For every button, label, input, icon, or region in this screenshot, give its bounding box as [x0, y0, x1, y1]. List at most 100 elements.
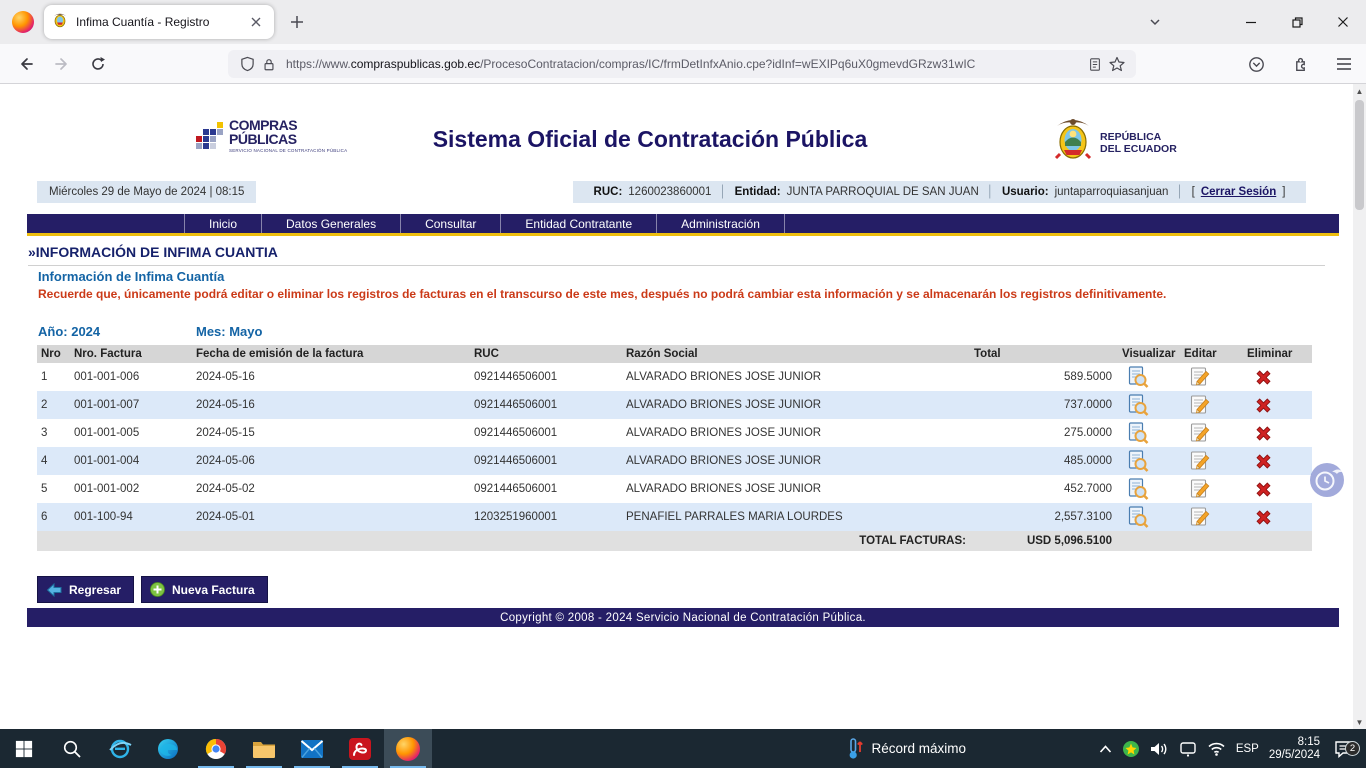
antivirus-icon[interactable]: [1122, 740, 1140, 758]
notification-button[interactable]: 2: [1330, 740, 1358, 758]
red-x-icon: [1254, 424, 1273, 443]
cell-ruc: 0921446506001: [470, 399, 622, 411]
lock-icon[interactable]: [258, 53, 280, 75]
cell-fecha: 2024-05-06: [192, 455, 470, 467]
entity-label: Entidad:: [735, 186, 781, 198]
file-explorer-button[interactable]: [240, 729, 288, 768]
user-value: juntaparroquiasanjuan: [1055, 186, 1169, 198]
document-magnifier-icon: [1127, 450, 1149, 473]
eliminar-button[interactable]: [1251, 393, 1275, 417]
visualizar-button[interactable]: [1126, 505, 1150, 529]
document-pencil-icon: [1189, 506, 1211, 528]
tab-list-chevron-icon[interactable]: [1138, 5, 1172, 39]
tab-close-icon[interactable]: [246, 12, 266, 32]
close-window-button[interactable]: [1320, 2, 1366, 42]
firefox-button[interactable]: [384, 729, 432, 768]
page-scrollbar[interactable]: ▲ ▼: [1353, 84, 1366, 729]
tracking-shield-icon[interactable]: [236, 53, 258, 75]
system-tray: ESP 8:15 29/5/2024 2: [1099, 729, 1366, 768]
scroll-up-icon[interactable]: ▲: [1353, 84, 1366, 98]
document-magnifier-icon: [1127, 366, 1149, 389]
reader-view-icon[interactable]: [1084, 53, 1106, 75]
nav-item-administracion[interactable]: Administración: [657, 214, 785, 233]
table-body: 1001-001-0062024-05-160921446506001ALVAR…: [37, 363, 1312, 531]
chrome-button[interactable]: [192, 729, 240, 768]
page-viewport: COMPRAS PÚBLICAS SERVICIO NACIONAL DE CO…: [0, 84, 1366, 729]
extensions-puzzle-icon[interactable]: [1284, 48, 1316, 80]
eliminar-button[interactable]: [1251, 449, 1275, 473]
tab-bar: Infima Cuantía - Registro: [0, 0, 1366, 44]
cell-factura: 001-001-005: [70, 427, 192, 439]
volume-icon[interactable]: [1150, 741, 1169, 757]
editar-button[interactable]: [1188, 421, 1212, 445]
cell-nro: 3: [37, 427, 70, 439]
nav-item-inicio[interactable]: Inicio: [185, 214, 262, 233]
cast-display-icon[interactable]: [1179, 741, 1197, 757]
tray-expand-chevron-icon[interactable]: [1099, 744, 1112, 754]
visualizar-button[interactable]: [1126, 421, 1150, 445]
browser-tab[interactable]: Infima Cuantía - Registro: [44, 5, 274, 39]
editar-button[interactable]: [1188, 393, 1212, 417]
column-header: Nro. Factura: [70, 348, 192, 360]
mail-button[interactable]: [288, 729, 336, 768]
cell-ruc: 1203251960001: [470, 511, 622, 523]
table-header-row: NroNro. FacturaFecha de emisión de la fa…: [37, 345, 1312, 363]
forward-button[interactable]: [46, 48, 78, 80]
document-magnifier-icon: [1127, 422, 1149, 445]
scroll-down-icon[interactable]: ▼: [1353, 715, 1366, 729]
window-controls: [1138, 0, 1366, 44]
taskbar-search-button[interactable]: [48, 729, 96, 768]
internet-explorer-button[interactable]: [96, 729, 144, 768]
bookmark-star-icon[interactable]: [1106, 53, 1128, 75]
hamburger-menu-icon[interactable]: [1328, 48, 1360, 80]
edge-button[interactable]: [144, 729, 192, 768]
editar-button[interactable]: [1188, 449, 1212, 473]
url-bar[interactable]: https://www.compraspublicas.gob.ec/Proce…: [228, 50, 1136, 78]
column-header: Nro: [37, 348, 70, 360]
visualizar-button[interactable]: [1126, 393, 1150, 417]
wifi-icon[interactable]: [1207, 741, 1226, 756]
cell-razon: ALVARADO BRIONES JOSE JUNIOR: [622, 427, 970, 439]
nav-item-entidad-contratante[interactable]: Entidad Contratante: [501, 214, 657, 233]
floating-clock-widget[interactable]: [1308, 461, 1346, 499]
editar-button[interactable]: [1188, 365, 1212, 389]
cell-fecha: 2024-05-15: [192, 427, 470, 439]
cell-total: 2,557.3100: [970, 511, 1118, 523]
eliminar-button[interactable]: [1251, 477, 1275, 501]
logout-link[interactable]: Cerrar Sesión: [1201, 186, 1276, 198]
start-button[interactable]: [0, 729, 48, 768]
new-tab-button[interactable]: [282, 7, 312, 37]
nav-item-consultar[interactable]: Consultar: [401, 214, 501, 233]
eliminar-button[interactable]: [1251, 505, 1275, 529]
nueva-factura-button[interactable]: Nueva Factura: [141, 576, 268, 603]
back-button[interactable]: [10, 48, 42, 80]
visualizar-button[interactable]: [1126, 365, 1150, 389]
cell-razon: ALVARADO BRIONES JOSE JUNIOR: [622, 399, 970, 411]
entity-value: JUNTA PARROQUIAL DE SAN JUAN: [787, 186, 979, 198]
editar-button[interactable]: [1188, 505, 1212, 529]
editar-button[interactable]: [1188, 477, 1212, 501]
weather-widget[interactable]: Récord máximo: [847, 729, 966, 768]
weather-text: Récord máximo: [871, 741, 966, 756]
restore-button[interactable]: [1274, 2, 1320, 42]
taskbar-clock[interactable]: 8:15 29/5/2024: [1269, 736, 1320, 762]
scrollbar-thumb[interactable]: [1355, 100, 1364, 210]
visualizar-button[interactable]: [1126, 477, 1150, 501]
cell-fecha: 2024-05-02: [192, 483, 470, 495]
language-indicator[interactable]: ESP: [1236, 743, 1259, 755]
pocket-icon[interactable]: [1240, 48, 1272, 80]
reload-button[interactable]: [82, 48, 114, 80]
firefox-logo-icon: [12, 11, 34, 33]
minimize-button[interactable]: [1228, 2, 1274, 42]
eliminar-button[interactable]: [1251, 365, 1275, 389]
red-x-icon: [1254, 396, 1273, 415]
eliminar-button[interactable]: [1251, 421, 1275, 445]
visualizar-button[interactable]: [1126, 449, 1150, 473]
regresar-button[interactable]: Regresar: [37, 576, 134, 603]
cell-factura: 001-100-94: [70, 511, 192, 523]
cell-factura: 001-001-004: [70, 455, 192, 467]
document-pencil-icon: [1189, 422, 1211, 444]
nav-item-datos-generales[interactable]: Datos Generales: [262, 214, 401, 233]
acrobat-button[interactable]: [336, 729, 384, 768]
firefox-app-button[interactable]: [6, 5, 40, 39]
